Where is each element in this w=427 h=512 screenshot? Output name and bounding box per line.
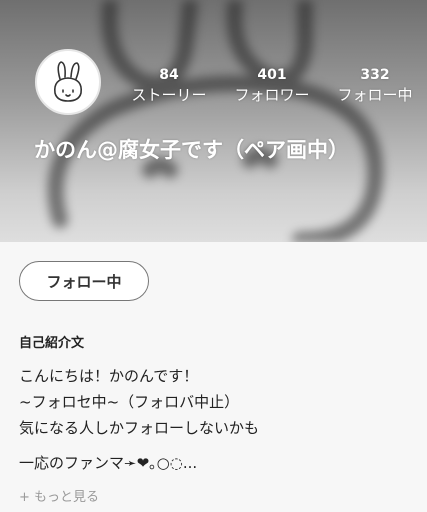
- stories-count: 84: [159, 67, 179, 83]
- followers-label: フォロワー: [234, 86, 310, 104]
- following-count: 332: [360, 67, 390, 83]
- header-background-image: [47, 0, 384, 242]
- bunny-doodle-icon: [53, 61, 83, 102]
- display-name: かのん@腐女子です（ペア画中）: [34, 138, 349, 162]
- followers-stat[interactable]: 401 フォロワー: [226, 66, 318, 106]
- profile-body: フォロー中 自己紹介文 こんにちは！かのんです！ ~フォロセ中~（フォロバ中止）…: [0, 242, 427, 512]
- profile-header: 84 ストーリー 401 フォロワー 332 フォロー中 かのん@腐女子です（ペ…: [0, 0, 427, 242]
- profile-avatar[interactable]: [35, 49, 101, 115]
- bio-line: 気になる人しかフォローしないかも: [19, 419, 260, 437]
- bio-line: こんにちは！かのんです！: [19, 367, 199, 385]
- following-toggle-button[interactable]: フォロー中: [19, 261, 149, 301]
- bio-line: 一応のファンマ➛❤︎｡○◌...: [19, 454, 198, 472]
- stories-label: ストーリー: [131, 86, 207, 104]
- bio-line: ~フォロセ中~（フォロバ中止）: [19, 393, 240, 411]
- following-label: フォロー中: [337, 86, 413, 104]
- bio-heading: 自己紹介文: [19, 336, 85, 351]
- stories-stat[interactable]: 84 ストーリー: [126, 66, 212, 106]
- see-more-link[interactable]: + もっと見る: [19, 486, 99, 505]
- following-stat[interactable]: 332 フォロー中: [330, 66, 420, 106]
- followers-count: 401: [257, 67, 287, 83]
